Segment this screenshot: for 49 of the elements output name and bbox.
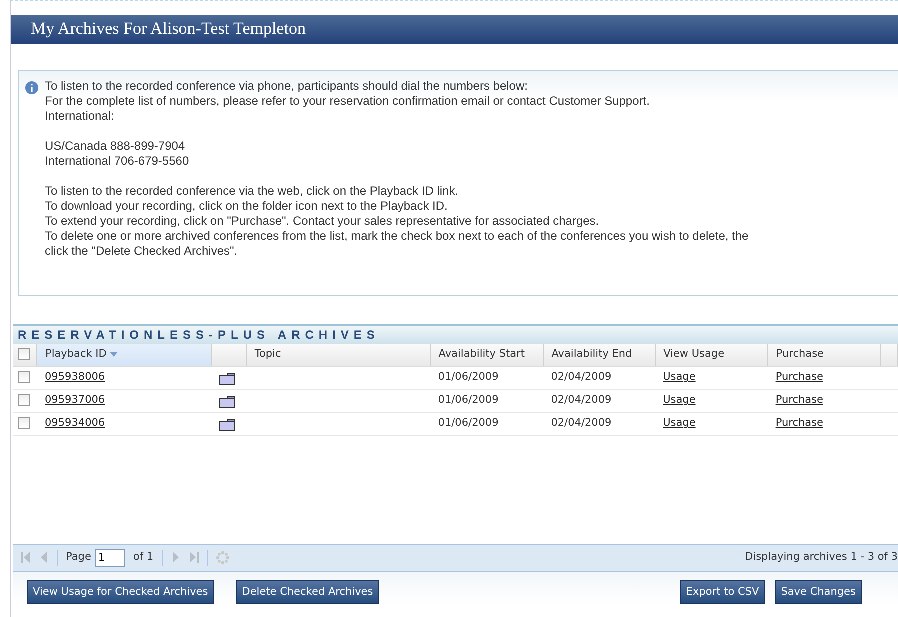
- folder-icon[interactable]: [219, 396, 236, 408]
- date-text: 02/04/2009: [551, 394, 612, 406]
- last-page-icon[interactable]: [188, 552, 199, 563]
- info-text: US/Canada 888-899-7904: [45, 138, 186, 154]
- date-text: 02/04/2009: [551, 371, 612, 384]
- action-button[interactable]: Delete Checked Archives: [236, 580, 380, 604]
- purchase-link[interactable]: Purchase: [776, 394, 824, 406]
- date-text: 02/04/2009: [551, 417, 612, 430]
- checkbox[interactable]: [18, 417, 30, 430]
- checkbox[interactable]: [18, 394, 30, 406]
- playback-link[interactable]: 095934006: [44, 417, 106, 430]
- page-label: Page: [66, 550, 92, 565]
- date-text: 01/06/2009: [438, 371, 499, 384]
- status-text: Displaying archives 1 - 3 of 3: [745, 550, 898, 565]
- previous-page-icon[interactable]: [39, 552, 49, 563]
- checkbox[interactable]: [18, 371, 30, 384]
- info-icon: [25, 80, 39, 94]
- page-count: of 1: [133, 550, 154, 565]
- action-button[interactable]: Export to CSV: [680, 580, 766, 604]
- playback-link[interactable]: 095938006: [44, 371, 106, 384]
- page-field[interactable]: 1: [95, 548, 126, 566]
- next-page-icon[interactable]: [170, 552, 181, 563]
- date-text: 01/06/2009: [438, 394, 499, 406]
- purchase-link[interactable]: Purchase: [776, 417, 824, 430]
- page-title: My Archives For Alison-Test Templeton: [11, 15, 898, 44]
- checkbox[interactable]: [18, 348, 30, 360]
- purchase-link[interactable]: Purchase: [776, 371, 824, 384]
- info-text: click the "Delete Checked Archives".: [45, 244, 239, 258]
- first-page-icon[interactable]: [21, 552, 31, 563]
- column-header[interactable]: Topic: [254, 348, 282, 360]
- action-button[interactable]: Save Changes: [775, 580, 862, 604]
- action-button[interactable]: View Usage for Checked Archives: [27, 580, 214, 604]
- section-title: RESERVATIONLESS-PLUS ARCHIVES: [13, 324, 898, 344]
- playback-link[interactable]: 095937006: [44, 394, 106, 406]
- info-text: To extend your recording, click on "Purchase". Contact your sales representative for associated charges.: [45, 214, 600, 228]
- folder-icon[interactable]: [219, 419, 236, 432]
- folder-icon[interactable]: [219, 373, 236, 386]
- info-text: To listen to the recorded conference via the web, click on the Playback ID link.: [45, 184, 460, 198]
- info-text: To delete one or more archived conferences from the list, mark the check box next to each of the conferences you wish to delete, the: [45, 228, 750, 244]
- info-text: International:: [45, 108, 116, 124]
- date-text: 01/06/2009: [438, 417, 499, 430]
- usage-link[interactable]: Usage: [663, 417, 696, 430]
- info-text: To listen to the recorded conference via phone, participants should dial the numbers below:: [45, 78, 529, 94]
- info-text: International 706-679-5560: [45, 154, 190, 168]
- sort-icon: [110, 352, 118, 356]
- info-text: To download your recording, click on the folder icon next to the Playback ID.: [45, 198, 449, 214]
- usage-link[interactable]: Usage: [663, 371, 696, 384]
- info-text: For the complete list of numbers, please refer to your reservation confirmation email or contact Customer Support.: [45, 94, 651, 108]
- usage-link[interactable]: Usage: [663, 394, 696, 406]
